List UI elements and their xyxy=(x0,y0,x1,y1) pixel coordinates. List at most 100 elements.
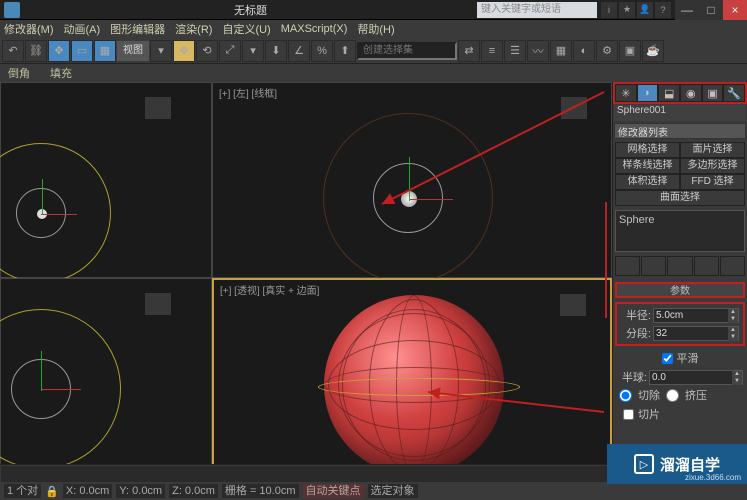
menu-graph-editors[interactable]: 图形编辑器 xyxy=(110,21,165,37)
spinner-snap-button[interactable]: ⬆ xyxy=(334,40,356,62)
viewport-front[interactable] xyxy=(0,278,212,482)
curve-editor-button[interactable]: 〰 xyxy=(527,40,549,62)
status-z[interactable]: Z: 0.0cm xyxy=(169,484,218,498)
radius-up[interactable]: ▲ xyxy=(728,309,738,316)
sel-spline[interactable]: 样条线选择 xyxy=(615,158,680,174)
radius-down[interactable]: ▼ xyxy=(728,316,738,323)
hemisphere-input[interactable] xyxy=(650,371,732,384)
chop-radio[interactable] xyxy=(619,389,632,402)
segments-spinner[interactable]: ▲▼ xyxy=(653,326,739,341)
align-button[interactable]: ≡ xyxy=(481,40,503,62)
segments-input[interactable] xyxy=(654,327,728,340)
menu-render[interactable]: 渲染(R) xyxy=(175,21,212,37)
menu-modifiers[interactable]: 修改器(M) xyxy=(4,21,54,37)
hemisphere-spinner[interactable]: ▲▼ xyxy=(649,370,743,385)
show-end-button[interactable] xyxy=(641,256,666,276)
params-rollout-header[interactable]: 参数 xyxy=(615,282,745,298)
move-button[interactable]: ✥ xyxy=(173,40,195,62)
slice-checkbox[interactable] xyxy=(623,409,634,420)
utilities-tab[interactable]: 🔧 xyxy=(723,84,745,102)
viewports: [+] [左] [线框] [+] [透视] [真实 + 边面] xyxy=(0,82,612,482)
modify-tab[interactable]: ◗ xyxy=(637,84,659,102)
viewcube-icon[interactable] xyxy=(145,97,171,119)
refsys-button[interactable]: ▾ xyxy=(242,40,264,62)
schematic-button[interactable]: ▦ xyxy=(550,40,572,62)
mirror-button[interactable]: ⇄ xyxy=(458,40,480,62)
info-icon[interactable]: i xyxy=(601,2,617,18)
rotate-button[interactable]: ⟲ xyxy=(196,40,218,62)
link-button[interactable]: ⛓ xyxy=(25,40,47,62)
modifier-list-dropdown[interactable]: 修改器列表 xyxy=(614,123,746,139)
render-button[interactable]: ☕ xyxy=(642,40,664,62)
star-icon[interactable]: ★ xyxy=(619,2,635,18)
sel-vol[interactable]: 体积选择 xyxy=(615,174,680,190)
autokey-button[interactable]: 自动关键点 xyxy=(303,484,364,498)
display-tab[interactable]: ▣ xyxy=(702,84,724,102)
sel-poly[interactable]: 多边形选择 xyxy=(680,158,745,174)
user-icon[interactable]: 👤 xyxy=(637,2,653,18)
selection-set-dropdown[interactable] xyxy=(357,42,457,60)
sel-surf[interactable]: 曲面选择 xyxy=(615,190,745,206)
segments-label: 分段: xyxy=(621,325,651,341)
layers-button[interactable]: ☰ xyxy=(504,40,526,62)
sel-mesh[interactable]: 网格选择 xyxy=(615,142,680,158)
menu-animation[interactable]: 动画(A) xyxy=(64,21,101,37)
render-frame-button[interactable]: ▣ xyxy=(619,40,641,62)
select-move-button[interactable]: ✥ xyxy=(48,40,70,62)
undo-button[interactable]: ↶ xyxy=(2,40,24,62)
stack-item-sphere[interactable]: Sphere xyxy=(619,214,654,226)
render-setup-button[interactable]: ⚙ xyxy=(596,40,618,62)
viewcube-icon[interactable] xyxy=(560,294,586,316)
view-dropdown[interactable]: 视图 xyxy=(117,41,149,61)
unique-button[interactable] xyxy=(667,256,692,276)
angle-snap-button[interactable]: ∠ xyxy=(288,40,310,62)
scale-button[interactable]: ⤢ xyxy=(219,40,241,62)
remove-mod-button[interactable] xyxy=(694,256,719,276)
tool-1[interactable]: ▾ xyxy=(150,40,172,62)
create-tab[interactable]: ✳ xyxy=(615,84,637,102)
select-region-button[interactable]: ▦ xyxy=(94,40,116,62)
segments-down[interactable]: ▼ xyxy=(728,334,738,341)
help-icon[interactable]: ? xyxy=(655,2,671,18)
radius-spinner[interactable]: ▲▼ xyxy=(653,308,739,323)
modifier-stack[interactable]: Sphere xyxy=(615,210,745,252)
radius-input[interactable] xyxy=(654,309,728,322)
viewcube-icon[interactable] xyxy=(145,293,171,315)
lock-icon[interactable]: 🔒 xyxy=(45,485,59,498)
minimize-button[interactable]: — xyxy=(675,0,699,20)
viewcube-icon[interactable] xyxy=(561,97,587,119)
pin-stack-button[interactable] xyxy=(615,256,640,276)
status-sellock[interactable]: 选定对象 xyxy=(368,484,418,498)
viewport-left[interactable]: [+] [左] [线框] xyxy=(212,82,612,278)
configure-button[interactable] xyxy=(720,256,745,276)
status-y[interactable]: Y: 0.0cm xyxy=(116,484,165,498)
sel-face[interactable]: 面片选择 xyxy=(680,142,745,158)
maximize-button[interactable]: □ xyxy=(699,0,723,20)
search-input[interactable]: 键入关键字或短语 xyxy=(477,2,597,18)
motion-tab[interactable]: ◉ xyxy=(680,84,702,102)
sel-ffd[interactable]: FFD 选择 xyxy=(680,174,745,190)
snap-button[interactable]: ⬇ xyxy=(265,40,287,62)
menu-help[interactable]: 帮助(H) xyxy=(357,21,394,37)
play-icon: ▷ xyxy=(634,454,654,474)
segments-row: 分段: ▲▼ xyxy=(617,324,743,342)
percent-snap-button[interactable]: % xyxy=(311,40,333,62)
squash-radio[interactable] xyxy=(666,389,679,402)
viewport-top[interactable] xyxy=(0,82,212,278)
object-name-field[interactable]: Sphere001 xyxy=(614,105,746,121)
select-button[interactable]: ▭ xyxy=(71,40,93,62)
status-x[interactable]: X: 0.0cm xyxy=(63,484,112,498)
hierarchy-tab[interactable]: ⬓ xyxy=(658,84,680,102)
viewport-perspective[interactable]: [+] [透视] [真实 + 边面] xyxy=(212,278,612,482)
ribbon-bar: 倒角 填充 xyxy=(0,64,747,82)
menu-maxscript[interactable]: MAXScript(X) xyxy=(281,23,348,35)
material-editor-button[interactable]: ◐ xyxy=(573,40,595,62)
close-button[interactable]: × xyxy=(723,0,747,20)
ribbon-fill[interactable]: 填充 xyxy=(50,65,72,81)
segments-up[interactable]: ▲ xyxy=(728,327,738,334)
ribbon-bevel[interactable]: 倒角 xyxy=(8,65,30,81)
menu-customize[interactable]: 自定义(U) xyxy=(222,21,270,37)
sphere-object[interactable] xyxy=(324,295,504,475)
smooth-checkbox[interactable] xyxy=(662,353,673,364)
window-title: 无标题 xyxy=(24,2,477,18)
